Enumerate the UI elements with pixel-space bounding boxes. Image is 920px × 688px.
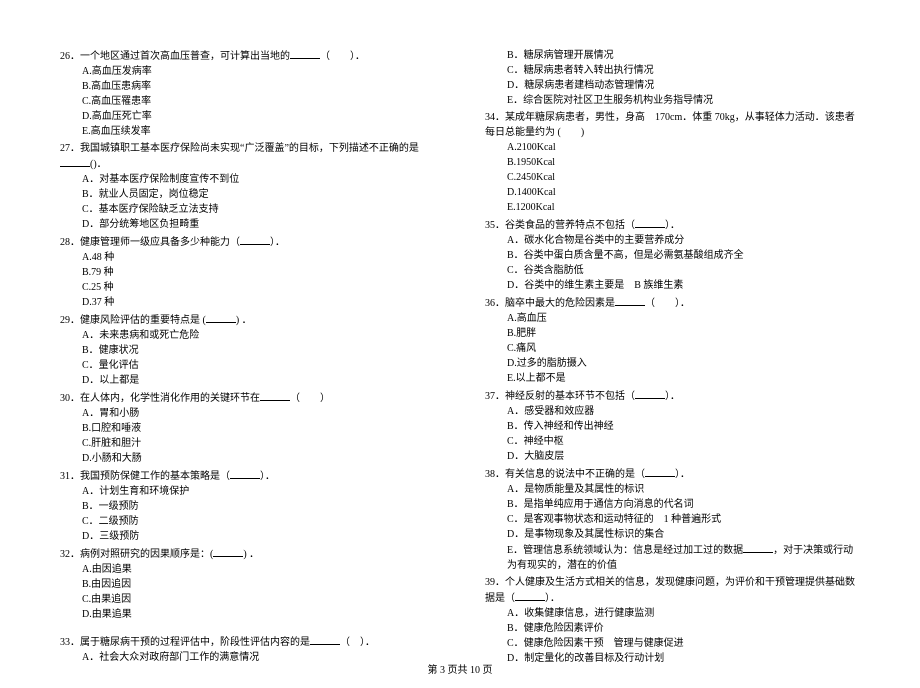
choice-a: A．未来患病和或死亡危险 bbox=[60, 328, 435, 343]
question-32: 32．病例对照研究的因果顺序是：() ． A.由因追果 B.由因追因 C.由果追… bbox=[60, 546, 435, 622]
choice-d: D.1400Kcal bbox=[485, 185, 860, 200]
choice-c: C．谷类含脂肪低 bbox=[485, 263, 860, 278]
left-column: 26．一个地区通过首次高血压普查，可计算出当地的（ ）． A.高血压发病率 B.… bbox=[60, 48, 435, 668]
choice-a: A．感受器和效应器 bbox=[485, 404, 860, 419]
choice-c: C.由果追因 bbox=[60, 592, 435, 607]
choice-e: E.高血压续发率 bbox=[60, 124, 435, 139]
choice-d: D.小肠和大肠 bbox=[60, 451, 435, 466]
choice-d: D.过多的脂肪摄入 bbox=[485, 356, 860, 371]
choice-e: E．管理信息系统领域认为：信息是经过加工过的数据，对于决策或行动为有现实的，潜在… bbox=[485, 542, 860, 573]
question-27: 27．我国城镇职工基本医疗保险尚未实现“广泛覆盖”的目标，下列描述不正确的是()… bbox=[60, 141, 435, 232]
question-34: 34．某成年糖尿病患者，男性，身高 170cm．体重 70kg，从事轻体力活动．… bbox=[485, 110, 860, 215]
choice-b: B.肥胖 bbox=[485, 326, 860, 341]
question-text: 31．我国预防保健工作的基本策略是（）． bbox=[60, 468, 435, 484]
question-30: 30．在人体内，化学性消化作用的关键环节在（ ） A．胃和小肠 B.口腔和唾液 … bbox=[60, 390, 435, 466]
choice-a: A．是物质能量及其属性的标识 bbox=[485, 482, 860, 497]
choice-c: C.肝脏和胆汁 bbox=[60, 436, 435, 451]
choice-b: B.口腔和唾液 bbox=[60, 421, 435, 436]
question-33-continued: B．糖尿病管理开展情况 C．糖尿病患者转入转出执行情况 D．糖尿病患者建档动态管… bbox=[485, 48, 860, 108]
question-text: 38．有关信息的说法中不正确的是（）． bbox=[485, 466, 860, 482]
choice-b: B．就业人员固定，岗位稳定 bbox=[60, 187, 435, 202]
choice-a: A．计划生育和环境保护 bbox=[60, 484, 435, 499]
choice-d: D.由果追果 bbox=[60, 607, 435, 622]
choice-a: A．胃和小肠 bbox=[60, 406, 435, 421]
choice-c: C.高血压罹患率 bbox=[60, 94, 435, 109]
choice-e: E．综合医院对社区卫生服务机构业务指导情况 bbox=[485, 93, 860, 108]
choice-c: C．二级预防 bbox=[60, 514, 435, 529]
question-text: 33．属于糖尿病干预的过程评估中，阶段性评估内容的是（ ）． bbox=[60, 634, 435, 650]
choice-d: D.高血压死亡率 bbox=[60, 109, 435, 124]
choice-b: B．健康危险因素评价 bbox=[485, 621, 860, 636]
question-text: 32．病例对照研究的因果顺序是：() ． bbox=[60, 546, 435, 562]
question-text: 26．一个地区通过首次高血压普查，可计算出当地的（ ）． bbox=[60, 48, 435, 64]
choice-c: C．是客观事物状态和运动特征的 1 种普遍形式 bbox=[485, 512, 860, 527]
choice-c: C.25 种 bbox=[60, 280, 435, 295]
choice-c: C．神经中枢 bbox=[485, 434, 860, 449]
question-text: 35．谷类食品的营养特点不包括（）． bbox=[485, 217, 860, 233]
choice-a: A．收集健康信息，进行健康监测 bbox=[485, 606, 860, 621]
choice-b: B．传入神经和传出神经 bbox=[485, 419, 860, 434]
choice-b: B.79 种 bbox=[60, 265, 435, 280]
choice-b: B.由因追因 bbox=[60, 577, 435, 592]
question-26: 26．一个地区通过首次高血压普查，可计算出当地的（ ）． A.高血压发病率 B.… bbox=[60, 48, 435, 139]
choice-a: A.高血压 bbox=[485, 311, 860, 326]
choice-b: B.高血压患病率 bbox=[60, 79, 435, 94]
choice-d: D．大脑皮层 bbox=[485, 449, 860, 464]
choice-c: C．基本医疗保险缺乏立法支持 bbox=[60, 202, 435, 217]
choice-d: D．三级预防 bbox=[60, 529, 435, 544]
choice-d: D．以上都是 bbox=[60, 373, 435, 388]
choice-b: B.1950Kcal bbox=[485, 155, 860, 170]
question-text: 28．健康管理师一级应具备多少种能力（）． bbox=[60, 234, 435, 250]
choice-a: A.高血压发病率 bbox=[60, 64, 435, 79]
choice-d: D．部分统筹地区负担畸重 bbox=[60, 217, 435, 232]
choice-a: A．对基本医疗保险制度宣传不到位 bbox=[60, 172, 435, 187]
question-text: 27．我国城镇职工基本医疗保险尚未实现“广泛覆盖”的目标，下列描述不正确的是()… bbox=[60, 141, 435, 172]
page-footer: 第 3 页共 10 页 bbox=[0, 661, 920, 676]
question-35: 35．谷类食品的营养特点不包括（）． A．碳水化合物是谷类中的主要营养成分 B．… bbox=[485, 217, 860, 293]
question-text: 30．在人体内，化学性消化作用的关键环节在（ ） bbox=[60, 390, 435, 406]
choice-a: A.由因追果 bbox=[60, 562, 435, 577]
choice-e: E.1200Kcal bbox=[485, 200, 860, 215]
page-content: 26．一个地区通过首次高血压普查，可计算出当地的（ ）． A.高血压发病率 B.… bbox=[0, 0, 920, 688]
question-31: 31．我国预防保健工作的基本策略是（）． A．计划生育和环境保护 B．一级预防 … bbox=[60, 468, 435, 544]
question-text: 34．某成年糖尿病患者，男性，身高 170cm．体重 70kg，从事轻体力活动．… bbox=[485, 110, 860, 140]
choice-d: D.37 种 bbox=[60, 295, 435, 310]
choice-b: B．谷类中蛋白质含量不高，但是必需氨基酸组成齐全 bbox=[485, 248, 860, 263]
question-text: 37．神经反射的基本环节不包括（）． bbox=[485, 388, 860, 404]
choice-c: C.痛风 bbox=[485, 341, 860, 356]
choice-c: C．糖尿病患者转入转出执行情况 bbox=[485, 63, 860, 78]
choice-a: A.2100Kcal bbox=[485, 140, 860, 155]
question-36: 36．脑卒中最大的危险因素是（ ）． A.高血压 B.肥胖 C.痛风 D.过多的… bbox=[485, 295, 860, 386]
choice-e: E.以上都不是 bbox=[485, 371, 860, 386]
question-text: 36．脑卒中最大的危险因素是（ ）． bbox=[485, 295, 860, 311]
question-29: 29．健康风险评估的重要特点是 () ． A．未来患病和或死亡危险 B．健康状况… bbox=[60, 312, 435, 388]
question-37: 37．神经反射的基本环节不包括（）． A．感受器和效应器 B．传入神经和传出神经… bbox=[485, 388, 860, 464]
choice-b: B．是指单纯应用于通信方向消息的代名词 bbox=[485, 497, 860, 512]
right-column: B．糖尿病管理开展情况 C．糖尿病患者转入转出执行情况 D．糖尿病患者建档动态管… bbox=[485, 48, 860, 668]
question-28: 28．健康管理师一级应具备多少种能力（）． A.48 种 B.79 种 C.25… bbox=[60, 234, 435, 310]
choice-d: D．是事物现象及其属性标识的集合 bbox=[485, 527, 860, 542]
choice-b: B．健康状况 bbox=[60, 343, 435, 358]
choice-a: A.48 种 bbox=[60, 250, 435, 265]
choice-c: C．量化评估 bbox=[60, 358, 435, 373]
choice-b: B．糖尿病管理开展情况 bbox=[485, 48, 860, 63]
question-text: 39．个人健康及生活方式相关的信息，发现健康问题，为评价和干预管理提供基础数据是… bbox=[485, 575, 860, 606]
choice-c: C.2450Kcal bbox=[485, 170, 860, 185]
choice-d: D．谷类中的维生素主要是 B 族维生素 bbox=[485, 278, 860, 293]
question-text: 29．健康风险评估的重要特点是 () ． bbox=[60, 312, 435, 328]
choice-c: C．健康危险因素干预 管理与健康促进 bbox=[485, 636, 860, 651]
question-38: 38．有关信息的说法中不正确的是（）． A．是物质能量及其属性的标识 B．是指单… bbox=[485, 466, 860, 573]
question-39: 39．个人健康及生活方式相关的信息，发现健康问题，为评价和干预管理提供基础数据是… bbox=[485, 575, 860, 666]
choice-b: B．一级预防 bbox=[60, 499, 435, 514]
choice-a: A．碳水化合物是谷类中的主要营养成分 bbox=[485, 233, 860, 248]
choice-d: D．糖尿病患者建档动态管理情况 bbox=[485, 78, 860, 93]
